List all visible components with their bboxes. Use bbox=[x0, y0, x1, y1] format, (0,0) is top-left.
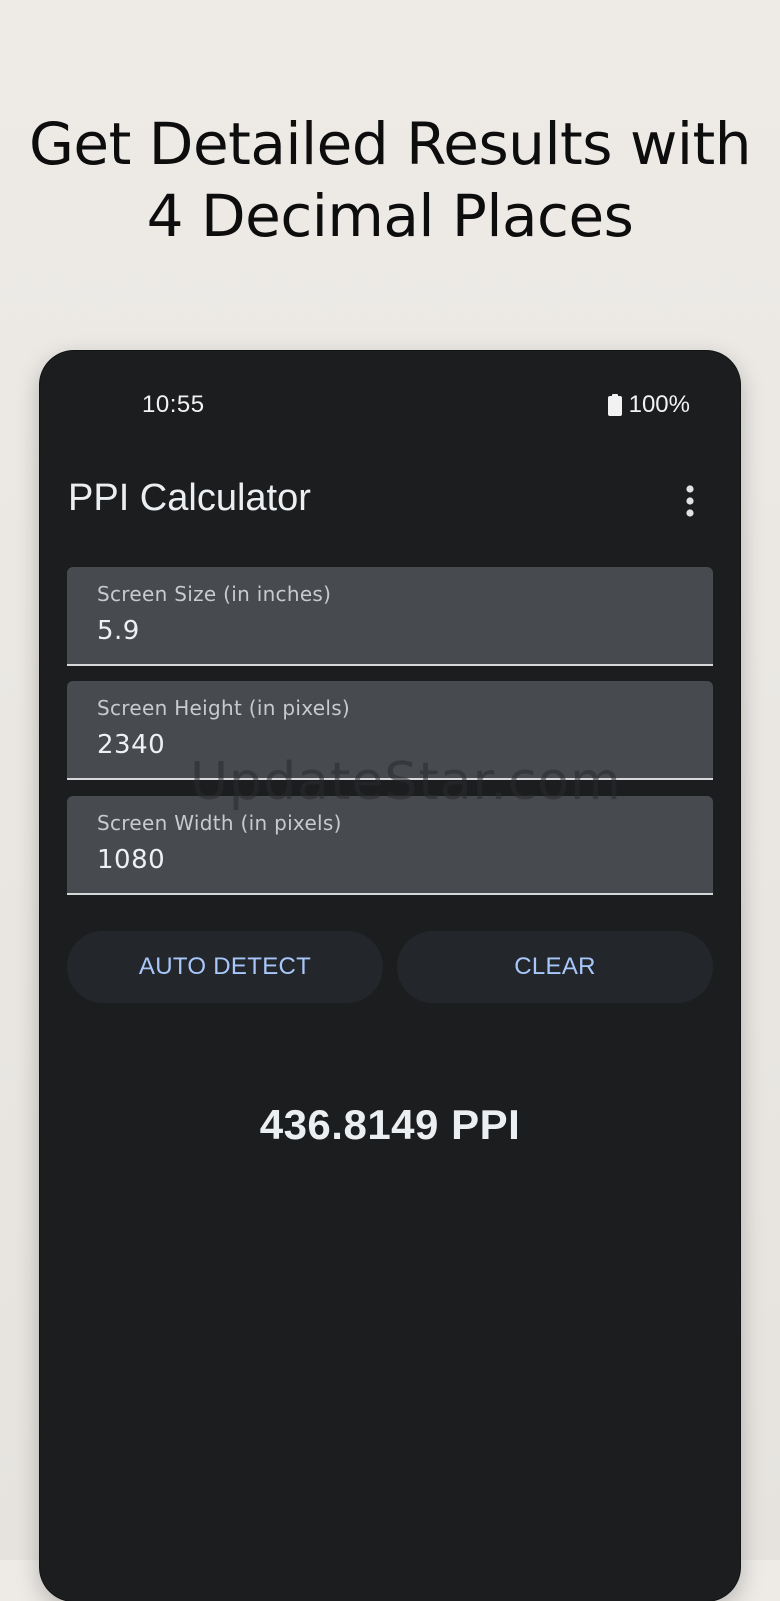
app-title: PPI Calculator bbox=[68, 477, 311, 519]
screen-height-field[interactable]: Screen Height (in pixels) 2340 bbox=[67, 681, 713, 780]
screen-size-field[interactable]: Screen Size (in inches) 5.9 bbox=[67, 567, 713, 666]
screen-height-value[interactable]: 2340 bbox=[97, 730, 165, 760]
more-vertical-icon[interactable] bbox=[676, 481, 704, 521]
app-bar: PPI Calculator bbox=[40, 461, 740, 533]
screen-width-field[interactable]: Screen Width (in pixels) 1080 bbox=[67, 796, 713, 895]
screen-width-label: Screen Width (in pixels) bbox=[97, 811, 342, 835]
clear-button[interactable]: CLEAR bbox=[397, 931, 713, 1003]
headline-line-1: Get Detailed Results with bbox=[28, 110, 752, 178]
headline: Get Detailed Results with 4 Decimal Plac… bbox=[0, 108, 780, 252]
screen-size-value[interactable]: 5.9 bbox=[97, 616, 140, 646]
screen-size-label: Screen Size (in inches) bbox=[97, 582, 332, 606]
status-bar: 10:55 100% bbox=[40, 351, 740, 451]
ppi-result: 436.8149 PPI bbox=[259, 1101, 521, 1148]
battery-percentage: 100% bbox=[628, 391, 690, 418]
status-time: 10:55 bbox=[142, 391, 205, 418]
phone-frame: 10:55 100% PPI Calculator Screen Size (i… bbox=[40, 351, 740, 1601]
screen-width-value[interactable]: 1080 bbox=[97, 845, 165, 875]
headline-line-2: 4 Decimal Places bbox=[146, 182, 634, 250]
battery-full-icon bbox=[607, 394, 622, 416]
screen-height-label: Screen Height (in pixels) bbox=[97, 696, 351, 720]
auto-detect-button[interactable]: AUTO DETECT bbox=[67, 931, 383, 1003]
status-right: 100% bbox=[607, 391, 690, 419]
